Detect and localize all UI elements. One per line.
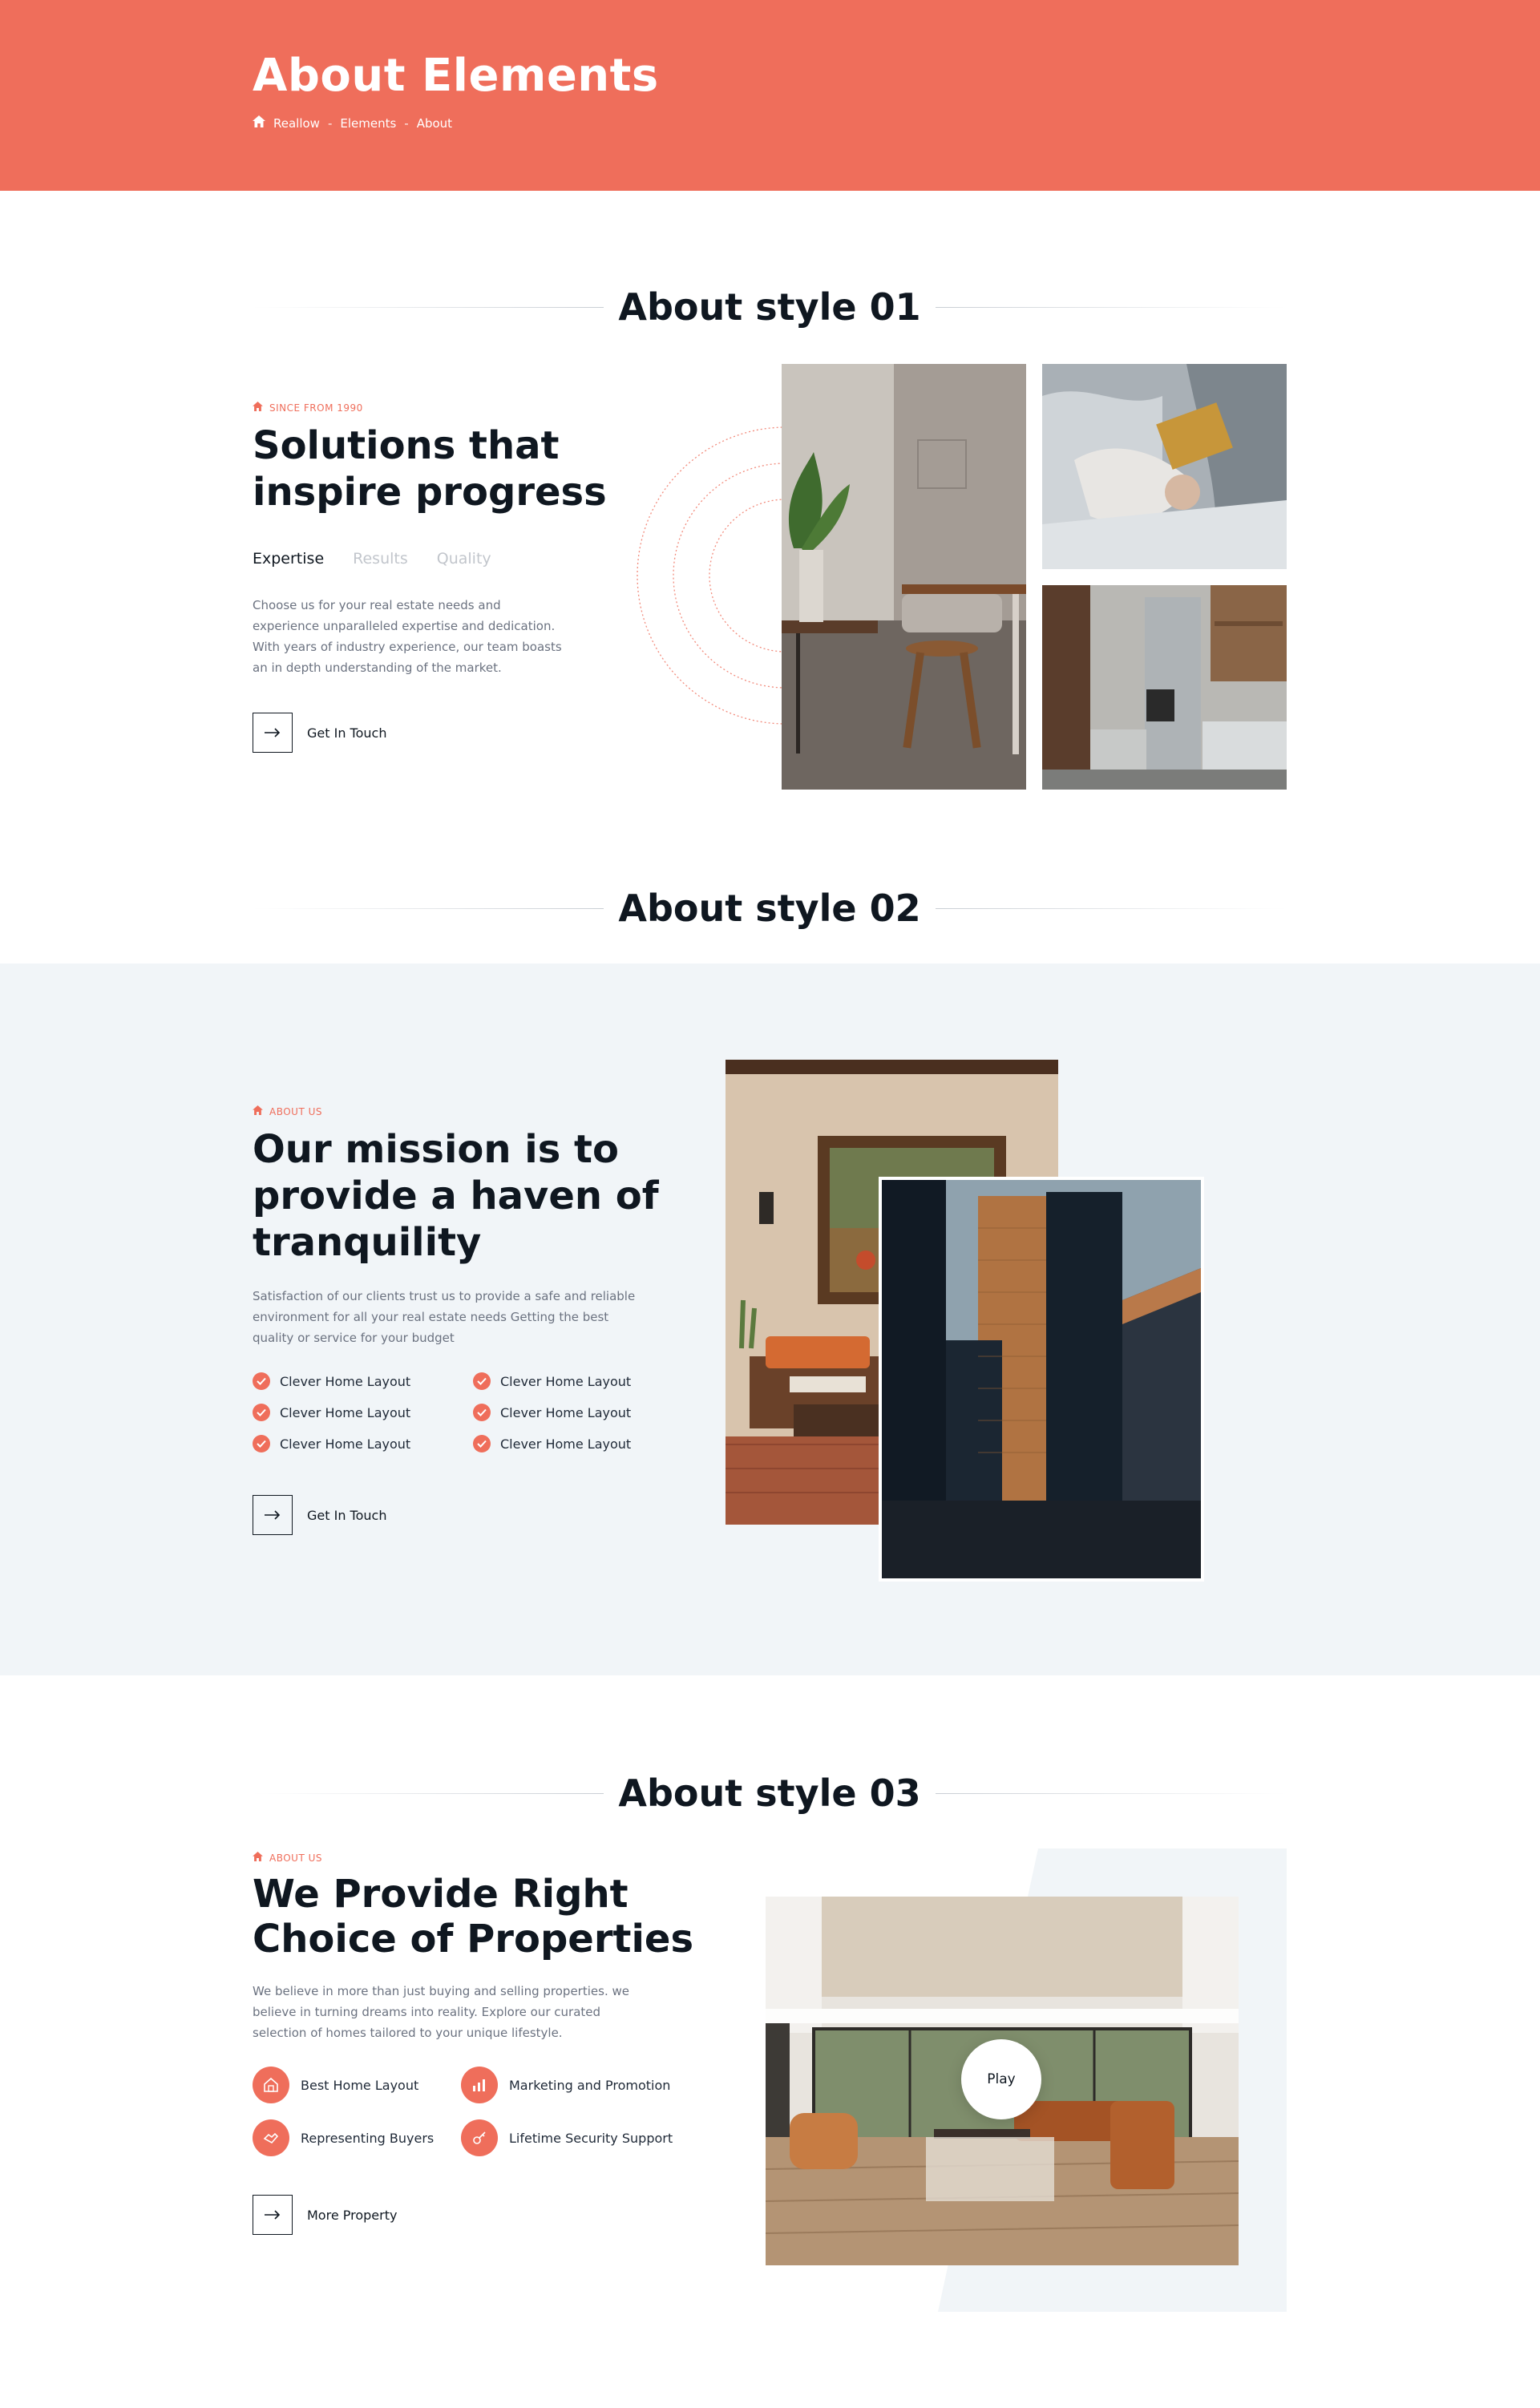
section-heading: Solutions that inspire progress [253, 423, 607, 515]
get-in-touch-button[interactable]: Get In Touch [253, 1495, 386, 1535]
divider [935, 1792, 1287, 1794]
check-icon [253, 1435, 270, 1452]
feature-checklist: Clever Home Layout Clever Home Layout Cl… [253, 1372, 693, 1452]
tab-results[interactable]: Results [353, 550, 408, 568]
check-icon [473, 1372, 491, 1390]
divider [253, 306, 604, 308]
section-title: About style 03 [618, 1772, 921, 1815]
section-heading: Our mission is to provide a haven of tra… [253, 1127, 659, 1265]
section-heading-style01: About style 01 [253, 285, 1287, 329]
check-icon [473, 1404, 491, 1421]
tab-bar: Expertise Results Quality [253, 550, 491, 568]
section-heading-style03: About style 03 [253, 1772, 1287, 1815]
list-item: Clever Home Layout [253, 1435, 473, 1452]
eyebrow-label: ABOUT US [253, 1105, 322, 1117]
list-item: Clever Home Layout [253, 1372, 473, 1390]
tab-expertise[interactable]: Expertise [253, 550, 324, 568]
divider [935, 907, 1287, 909]
divider [253, 1792, 604, 1794]
divider [935, 306, 1287, 308]
section-title: About style 01 [618, 285, 921, 329]
list-item: Clever Home Layout [473, 1435, 693, 1452]
breadcrumb-separator: - [327, 115, 333, 131]
page-title: About Elements [253, 50, 659, 102]
feature-list: Best Home Layout Marketing and Promotion… [253, 2067, 677, 2156]
check-icon [253, 1404, 270, 1421]
description-text: Choose us for your real estate needs and… [253, 598, 562, 675]
breadcrumb-current: About [416, 115, 453, 131]
check-icon [253, 1372, 270, 1390]
breadcrumb-link-home[interactable]: Reallow [273, 116, 320, 131]
home-icon [253, 402, 263, 414]
more-property-button[interactable]: More Property [253, 2195, 397, 2235]
description-text: We believe in more than just buying and … [253, 1984, 629, 2040]
arrow-right-icon [253, 713, 293, 753]
check-icon [473, 1435, 491, 1452]
tab-quality[interactable]: Quality [437, 550, 491, 568]
list-item: Lifetime Security Support [461, 2119, 677, 2156]
list-item: Best Home Layout [253, 2067, 461, 2103]
description-text: Satisfaction of our clients trust us to … [253, 1289, 636, 1345]
eyebrow-label: SINCE FROM 1990 [253, 402, 363, 414]
get-in-touch-button[interactable]: Get In Touch [253, 713, 386, 753]
interior-photo [782, 364, 1026, 790]
breadcrumb-link-elements[interactable]: Elements [340, 116, 396, 131]
play-button[interactable]: Play [961, 2039, 1041, 2119]
home-icon [253, 115, 265, 131]
chart-icon [461, 2067, 498, 2103]
list-item: Clever Home Layout [473, 1404, 693, 1421]
home-icon [253, 1852, 263, 1864]
eyebrow-label: ABOUT US [253, 1852, 322, 1864]
section-title: About style 02 [618, 887, 921, 930]
section-heading: We Provide Right Choice of Properties [253, 1872, 694, 1962]
section-heading-style02: About style 02 [253, 887, 1287, 930]
skyscraper-photo [879, 1177, 1204, 1582]
list-item: Representing Buyers [253, 2119, 461, 2156]
divider [253, 907, 604, 909]
breadcrumb-separator: - [404, 115, 409, 131]
key-icon [461, 2119, 498, 2156]
list-item: Clever Home Layout [253, 1404, 473, 1421]
arrow-right-icon [253, 2195, 293, 2235]
home-icon [253, 1105, 263, 1117]
kitchen-photo [1042, 585, 1287, 790]
breadcrumb: Reallow - Elements - About [253, 115, 452, 131]
arrow-right-icon [253, 1495, 293, 1535]
list-item: Clever Home Layout [473, 1372, 693, 1390]
bedroom-photo [1042, 364, 1287, 569]
home-layout-icon [253, 2067, 289, 2103]
page-header: About Elements Reallow - Elements - Abou… [0, 0, 1540, 191]
handshake-icon [253, 2119, 289, 2156]
list-item: Marketing and Promotion [461, 2067, 677, 2103]
